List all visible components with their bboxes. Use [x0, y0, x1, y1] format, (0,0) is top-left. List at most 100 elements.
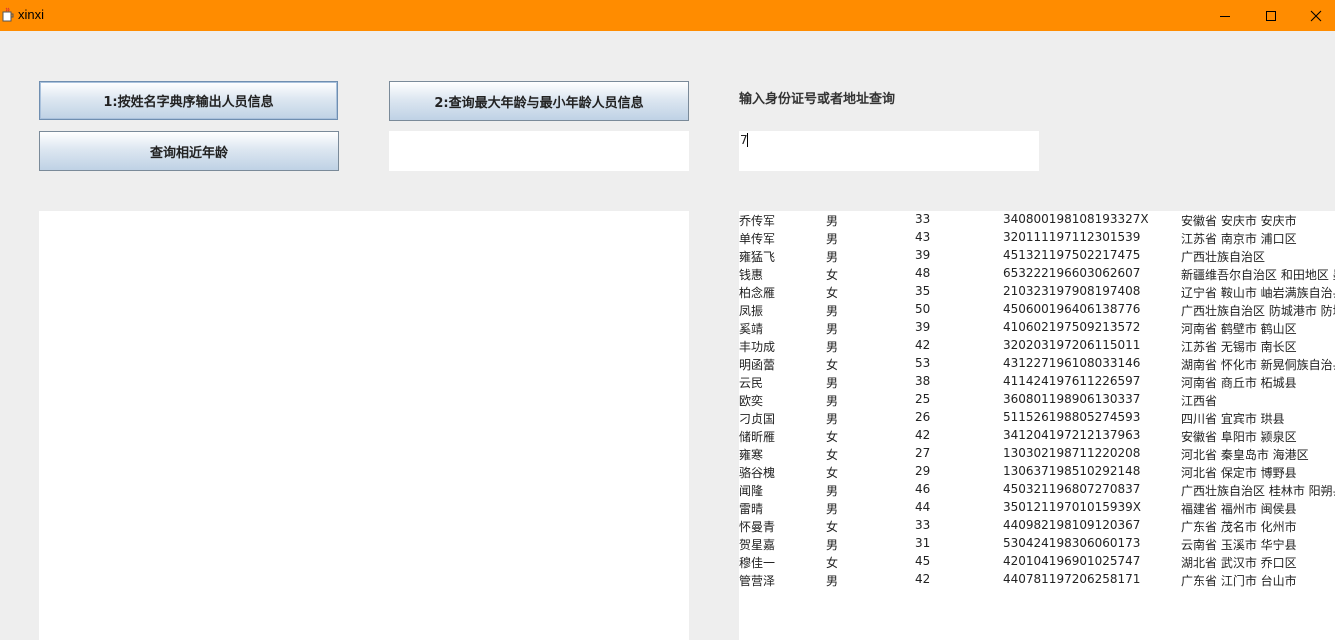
result-id-number: 440781197206258171 — [1003, 572, 1141, 586]
result-row: 凤振 男 50 450600196406138776 广西壮族自治区 防城港市 防城 — [739, 301, 1335, 319]
result-address: 福建省 福州市 闽侯县 — [1181, 502, 1297, 516]
result-sex: 女 — [826, 286, 839, 300]
result-sex: 男 — [826, 214, 839, 228]
result-age: 53 — [915, 356, 931, 370]
result-name: 骆谷槐 — [739, 466, 776, 480]
result-address: 新疆维吾尔自治区 和田地区 墨 — [1181, 268, 1335, 282]
result-row: 丰功成 男 42 320203197206115011 江苏省 无锡市 南长区 — [739, 337, 1335, 355]
result-row: 骆谷槐 女 29 130637198510292148 河北省 保定市 博野县 — [739, 463, 1335, 481]
result-address: 广西壮族自治区 — [1181, 250, 1266, 264]
result-sex: 男 — [826, 394, 839, 408]
result-age: 46 — [915, 482, 931, 496]
result-name: 雷晴 — [739, 502, 764, 516]
result-id-number: 320111197112301539 — [1003, 230, 1141, 244]
result-age: 43 — [915, 230, 931, 244]
result-row: 储昕雁 女 42 341204197212137963 安徽省 阜阳市 颍泉区 — [739, 427, 1335, 445]
result-sex: 男 — [826, 502, 839, 516]
result-row: 乔传军 男 33 340800198108193327X 安徽省 安庆市 安庆市 — [739, 211, 1335, 229]
result-name: 雍猛飞 — [739, 250, 776, 264]
result-name: 储昕雁 — [739, 430, 776, 444]
result-name: 穆佳一 — [739, 556, 776, 570]
result-row: 刁贞国 男 26 511526198805274593 四川省 宜宾市 珙县 — [739, 409, 1335, 427]
result-row: 贺星嘉 男 31 530424198306060173 云南省 玉溪市 华宁县 — [739, 535, 1335, 553]
minimize-icon — [1220, 15, 1230, 17]
query-input[interactable]: 7 — [739, 131, 1039, 171]
result-row: 雷晴 男 44 35012119701015939X 福建省 福州市 闽侯县 — [739, 499, 1335, 517]
output-text-area[interactable] — [39, 211, 689, 640]
result-address: 安徽省 阜阳市 颍泉区 — [1181, 430, 1297, 444]
result-row: 钱惠 女 48 653222196603062607 新疆维吾尔自治区 和田地区 墨 — [739, 265, 1335, 283]
result-text-area[interactable]: 乔传军男 33 340800198108193327X 安徽省 安庆市 安庆市 单传军男… — [739, 211, 1335, 640]
result-name: 奚靖 — [739, 322, 764, 336]
result-age: 44 — [915, 500, 931, 514]
result-address: 广西壮族自治区 桂林市 阳朔县 — [1181, 484, 1335, 498]
result-id-number: 340800198108193327X — [1003, 212, 1149, 226]
result-sex: 男 — [826, 484, 839, 498]
result-name: 雍寒 — [739, 448, 764, 462]
result-age: 33 — [915, 518, 931, 532]
result-sex: 男 — [826, 322, 839, 336]
result-sex: 女 — [826, 556, 839, 570]
query-label: 输入身份证号或者地址查询 — [739, 92, 896, 107]
result-address: 河北省 保定市 博野县 — [1181, 466, 1297, 480]
result-age: 50 — [915, 302, 931, 316]
result-id-number: 130302198711220208 — [1003, 446, 1141, 460]
result-sex: 男 — [826, 250, 839, 264]
result-id-number: 440982198109120367 — [1003, 518, 1141, 532]
title-bar: xinxi — [0, 0, 1335, 31]
result-address: 四川省 宜宾市 珙县 — [1181, 412, 1285, 426]
result-row: 闻隆 男 46 450321196807270837 广西壮族自治区 桂林市 阳朔县 — [739, 481, 1335, 499]
result-age: 42 — [915, 428, 931, 442]
minimize-button[interactable] — [1202, 0, 1248, 31]
result-address: 江苏省 南京市 浦口区 — [1181, 232, 1297, 246]
result-address: 江苏省 无锡市 南长区 — [1181, 340, 1297, 354]
result-sex: 男 — [826, 412, 839, 426]
result-age: 33 — [915, 212, 931, 226]
result-address: 河北省 秦皇岛市 海港区 — [1181, 448, 1309, 462]
result-sex: 女 — [826, 466, 839, 480]
result-id-number: 450321196807270837 — [1003, 482, 1141, 496]
window-title: xinxi — [18, 7, 45, 22]
result-row: 柏念雁 女 35 210323197908197408 辽宁省 鞍山市 岫岩满族自治县 — [739, 283, 1335, 301]
result-address: 河南省 商丘市 柘城县 — [1181, 376, 1297, 390]
result-sex: 男 — [826, 538, 839, 552]
result-id-number: 530424198306060173 — [1003, 536, 1141, 550]
result-name: 欧奕 — [739, 394, 764, 408]
result-row: 单传军 男 43 320111197112301539 江苏省 南京市 浦口区 — [739, 229, 1335, 247]
result-sex: 男 — [826, 304, 839, 318]
result-name: 单传军 — [739, 232, 776, 246]
result-name: 丰功成 — [739, 340, 776, 354]
result-address: 河南省 鹤壁市 鹤山区 — [1181, 322, 1297, 336]
result-id-number: 35012119701015939X — [1003, 500, 1142, 514]
result-sex: 男 — [826, 376, 839, 390]
result-age: 31 — [915, 536, 931, 550]
result-sex: 男 — [826, 232, 839, 246]
maximize-icon — [1266, 10, 1276, 21]
close-button[interactable] — [1293, 0, 1335, 31]
result-id-number: 360801198906130337 — [1003, 392, 1141, 406]
result-row: 怀曼青 女 33 440982198109120367 广东省 茂名市 化州市 — [739, 517, 1335, 535]
sort-by-name-button[interactable]: 1:按姓名字典序输出人员信息 — [39, 81, 338, 120]
result-age: 48 — [915, 266, 931, 280]
result-name: 钱惠 — [739, 268, 764, 282]
maximize-button[interactable] — [1248, 0, 1294, 31]
result-id-number: 420104196901025747 — [1003, 554, 1141, 568]
similar-age-button[interactable]: 查询相近年龄 — [39, 131, 339, 171]
age-input[interactable] — [389, 131, 689, 171]
result-age: 45 — [915, 554, 931, 568]
result-row: 雍寒 女 27 130302198711220208 河北省 秦皇岛市 海港区 — [739, 445, 1335, 463]
max-min-age-button[interactable]: 2:查询最大年龄与最小年龄人员信息 — [389, 81, 689, 121]
result-name: 凤振 — [739, 304, 764, 318]
result-age: 39 — [915, 320, 931, 334]
result-sex: 男 — [826, 574, 839, 588]
result-age: 25 — [915, 392, 931, 406]
result-name: 明函蕾 — [739, 358, 776, 372]
result-address: 广西壮族自治区 防城港市 防城 — [1181, 304, 1335, 318]
result-address: 湖北省 武汉市 乔口区 — [1181, 556, 1297, 570]
result-age: 26 — [915, 410, 931, 424]
result-row: 穆佳一 女 45 420104196901025747 湖北省 武汉市 乔口区 — [739, 553, 1335, 571]
result-name: 云民 — [739, 376, 764, 390]
result-sex: 女 — [826, 430, 839, 444]
result-id-number: 130637198510292148 — [1003, 464, 1141, 478]
result-age: 27 — [915, 446, 931, 460]
